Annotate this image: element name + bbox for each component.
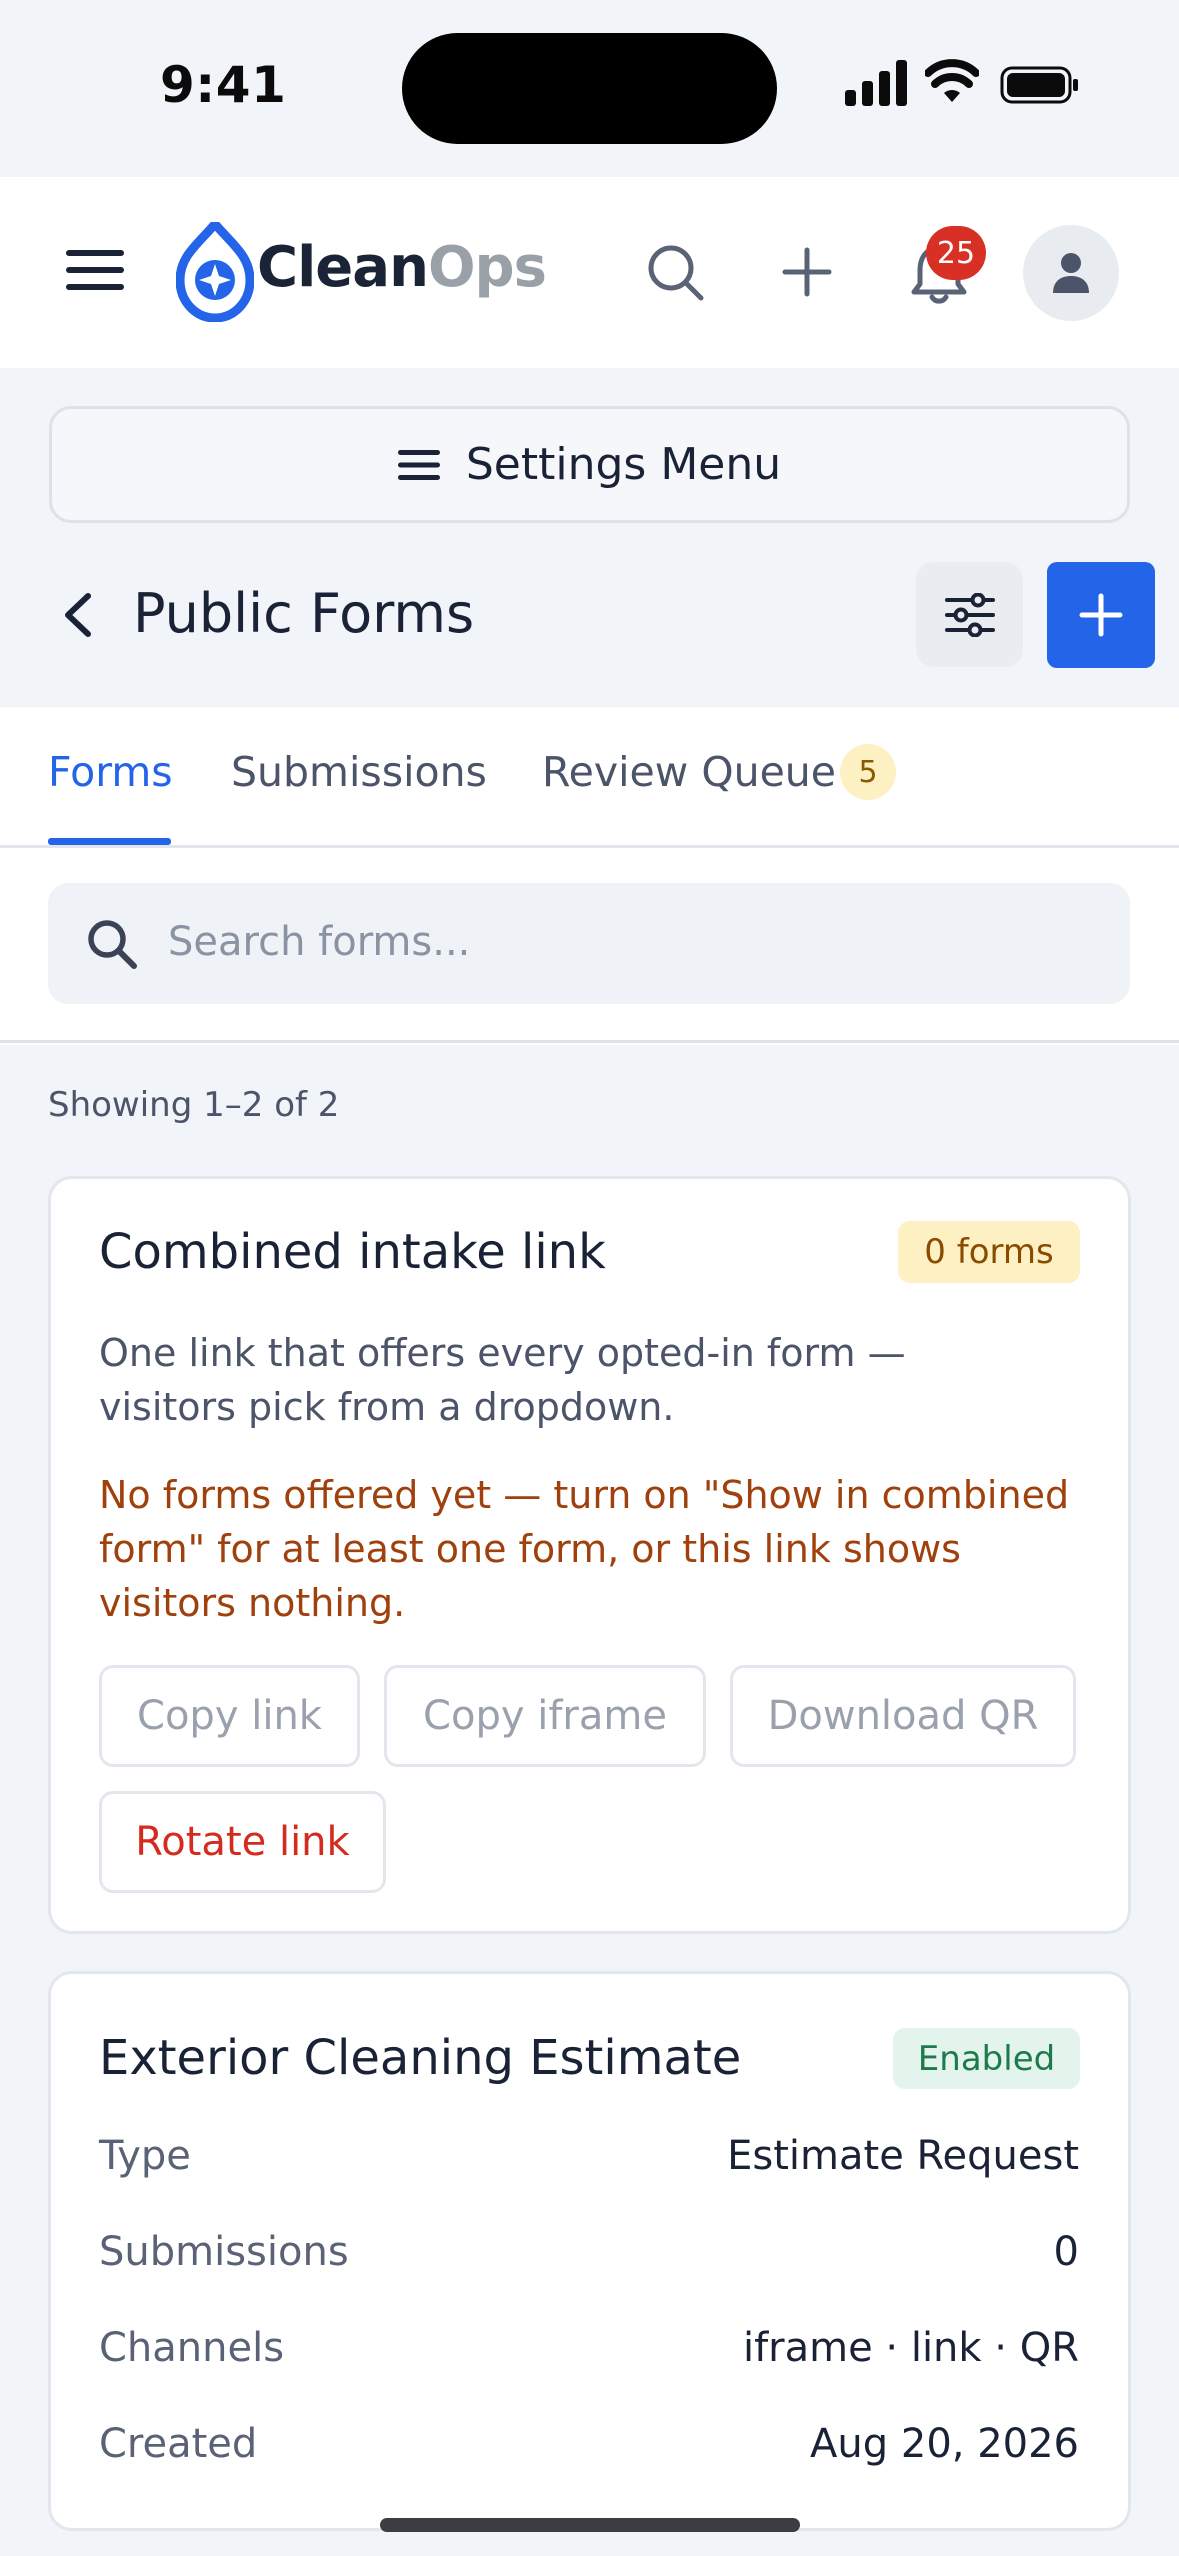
results-count: Showing 1–2 of 2 xyxy=(48,1085,340,1125)
download-qr-button[interactable]: Download QR xyxy=(730,1665,1076,1767)
user-avatar[interactable] xyxy=(1023,225,1119,321)
status-time: 9:41 xyxy=(160,56,287,114)
combined-intake-warning: No forms offered yet — turn on "Show in … xyxy=(99,1473,1070,1625)
channels-value: iframe · link · QR xyxy=(742,2325,1079,2371)
copy-link-button[interactable]: Copy link xyxy=(99,1665,360,1767)
dynamic-island xyxy=(402,33,777,144)
active-tab-indicator xyxy=(48,838,171,845)
cleanops-logo-icon xyxy=(176,222,254,322)
channels-label: Channels xyxy=(99,2325,285,2371)
filter-button[interactable] xyxy=(916,562,1023,667)
submissions-label: Submissions xyxy=(99,2229,349,2275)
submissions-value: 0 xyxy=(1053,2229,1079,2275)
cellular-signal-icon xyxy=(845,60,907,106)
hamburger-menu-icon[interactable] xyxy=(66,246,124,294)
page-title: Public Forms xyxy=(133,582,475,645)
search-placeholder: Search forms... xyxy=(168,919,471,965)
rotate-link-button[interactable]: Rotate link xyxy=(99,1791,386,1893)
add-form-button[interactable] xyxy=(1047,562,1155,668)
search-icon[interactable] xyxy=(645,242,705,302)
type-label: Type xyxy=(99,2133,191,2179)
back-chevron-icon[interactable] xyxy=(60,590,96,640)
search-icon xyxy=(88,920,137,969)
status-badge: Enabled xyxy=(893,2028,1080,2089)
plus-icon xyxy=(1079,593,1123,637)
wifi-icon xyxy=(925,59,979,102)
type-value: Estimate Request xyxy=(727,2133,1079,2179)
created-value: Aug 20, 2026 xyxy=(810,2421,1079,2467)
copy-iframe-button[interactable]: Copy iframe xyxy=(384,1665,706,1767)
forms-count-badge: 0 forms xyxy=(898,1221,1080,1283)
tab-submissions[interactable]: Submissions xyxy=(231,748,487,796)
combined-intake-title: Combined intake link xyxy=(99,1224,606,1280)
tab-forms[interactable]: Forms xyxy=(48,748,173,796)
tabs-divider xyxy=(0,845,1179,848)
created-label: Created xyxy=(99,2421,258,2467)
sliders-icon xyxy=(944,592,995,637)
user-icon xyxy=(1053,253,1089,293)
app-logo-text: CleanOps xyxy=(257,235,547,300)
form-title: Exterior Cleaning Estimate xyxy=(99,2030,742,2086)
battery-icon xyxy=(1000,66,1078,104)
search-divider xyxy=(0,1040,1179,1043)
review-queue-count-badge: 5 xyxy=(840,744,896,800)
settings-menu-label: Settings Menu xyxy=(465,439,782,490)
settings-menu-button[interactable]: Settings Menu xyxy=(49,406,1130,523)
add-icon[interactable] xyxy=(782,244,832,300)
tab-review-queue[interactable]: Review Queue xyxy=(542,748,836,796)
combined-intake-description: One link that offers every opted-in form… xyxy=(99,1331,906,1429)
home-indicator xyxy=(380,2518,800,2532)
menu-icon xyxy=(397,449,440,480)
notification-count-badge: 25 xyxy=(926,226,986,280)
